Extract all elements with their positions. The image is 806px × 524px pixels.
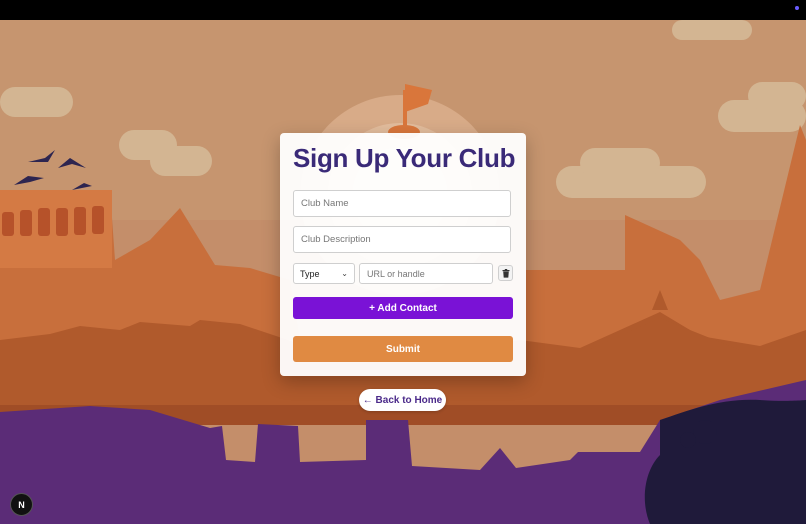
back-to-home-button[interactable]: ← Back to Home (359, 389, 446, 411)
club-name-input[interactable] (293, 190, 511, 217)
status-dot (795, 6, 799, 10)
contact-type-select[interactable]: Type ⌄ (293, 263, 355, 284)
cat-silhouette (644, 399, 806, 524)
chevron-down-icon: ⌄ (341, 269, 348, 278)
submit-button[interactable]: Submit (293, 336, 513, 362)
top-bar (0, 0, 806, 20)
trash-icon (502, 268, 509, 278)
add-contact-button[interactable]: + Add Contact (293, 297, 513, 319)
delete-contact-button[interactable] (498, 265, 513, 281)
club-description-input[interactable] (293, 226, 511, 253)
contact-url-input[interactable] (359, 263, 493, 284)
dev-tools-badge[interactable]: N (10, 493, 33, 516)
signup-form-card: Sign Up Your Club Type ⌄ + Add Contact S… (280, 133, 526, 376)
contact-type-value: Type (300, 268, 320, 279)
form-title: Sign Up Your Club (293, 143, 516, 173)
